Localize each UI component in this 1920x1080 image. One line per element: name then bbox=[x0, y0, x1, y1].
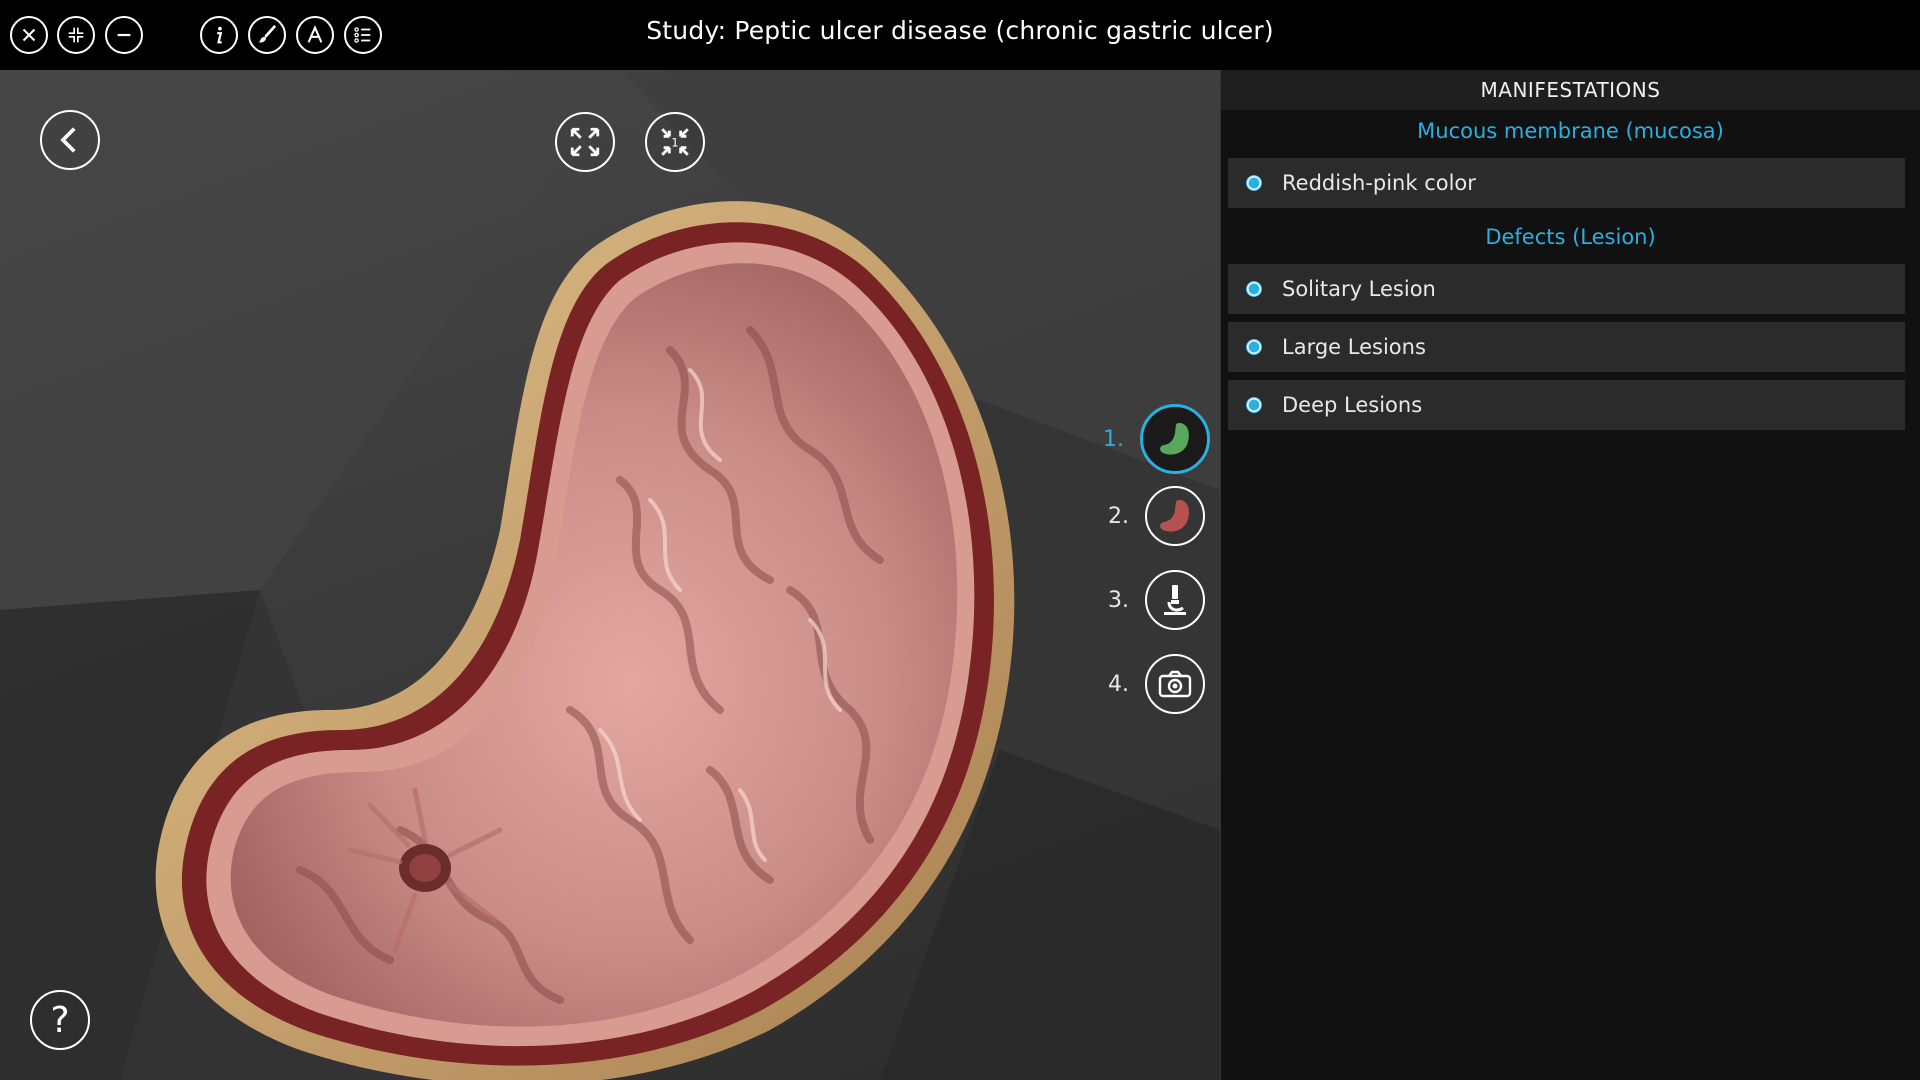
manifestation-item-large-lesions[interactable]: Large Lesions bbox=[1228, 322, 1905, 372]
question-icon: ? bbox=[50, 999, 70, 1041]
item-label: Large Lesions bbox=[1282, 335, 1426, 359]
stomach-model[interactable] bbox=[150, 150, 1050, 1080]
stomach-illustration bbox=[155, 201, 1015, 1080]
view-number: 4. bbox=[1108, 671, 1129, 697]
page-title: Study: Peptic ulcer disease (chronic gas… bbox=[646, 16, 1274, 45]
manifestation-item-deep-lesions[interactable]: Deep Lesions bbox=[1228, 380, 1905, 430]
view-button-camera[interactable] bbox=[1145, 654, 1205, 714]
section-title-mucosa: Mucous membrane (mucosa) bbox=[1417, 119, 1724, 143]
view-item-4[interactable]: 4. bbox=[1085, 654, 1205, 714]
microscope-icon bbox=[1164, 585, 1186, 615]
bullet-icon bbox=[1246, 339, 1262, 355]
item-label: Deep Lesions bbox=[1282, 393, 1423, 417]
3d-viewport[interactable]: 1 1. 2. 3. 4. ? bbox=[0, 70, 1220, 1080]
manifestations-panel: MANIFESTATIONS Mucous membrane (mucosa) … bbox=[1220, 70, 1920, 1080]
bullet-icon bbox=[1246, 397, 1262, 413]
view-button-microscope[interactable] bbox=[1145, 570, 1205, 630]
view-number: 2. bbox=[1108, 503, 1129, 529]
manifestation-item-reddish-pink-color[interactable]: Reddish-pink color bbox=[1228, 158, 1905, 208]
item-label: Solitary Lesion bbox=[1282, 277, 1436, 301]
view-button-stomach-green[interactable] bbox=[1140, 404, 1210, 474]
help-button[interactable]: ? bbox=[30, 990, 90, 1050]
zoom-badge: 1 bbox=[671, 135, 678, 149]
view-item-3[interactable]: 3. bbox=[1085, 570, 1205, 630]
bullet-icon bbox=[1246, 281, 1262, 297]
stomach-red-icon bbox=[1160, 500, 1189, 532]
view-item-2[interactable]: 2. bbox=[1085, 486, 1205, 546]
panel-header: MANIFESTATIONS bbox=[1221, 70, 1920, 110]
chevron-left-icon bbox=[60, 127, 76, 153]
view-number: 3. bbox=[1108, 587, 1129, 613]
section-title-defects: Defects (Lesion) bbox=[1485, 225, 1656, 249]
item-label: Reddish-pink color bbox=[1282, 171, 1476, 195]
view-number: 1. bbox=[1103, 426, 1124, 452]
top-bar: Study: Peptic ulcer disease (chronic gas… bbox=[0, 0, 1920, 70]
back-button[interactable] bbox=[40, 110, 100, 170]
view-button-stomach-red[interactable] bbox=[1145, 486, 1205, 546]
stomach-green-icon bbox=[1160, 423, 1189, 455]
camera-icon bbox=[1158, 670, 1192, 698]
view-item-1[interactable]: 1. bbox=[1080, 404, 1210, 474]
bullet-icon bbox=[1246, 175, 1262, 191]
manifestation-item-solitary-lesion[interactable]: Solitary Lesion bbox=[1228, 264, 1905, 314]
